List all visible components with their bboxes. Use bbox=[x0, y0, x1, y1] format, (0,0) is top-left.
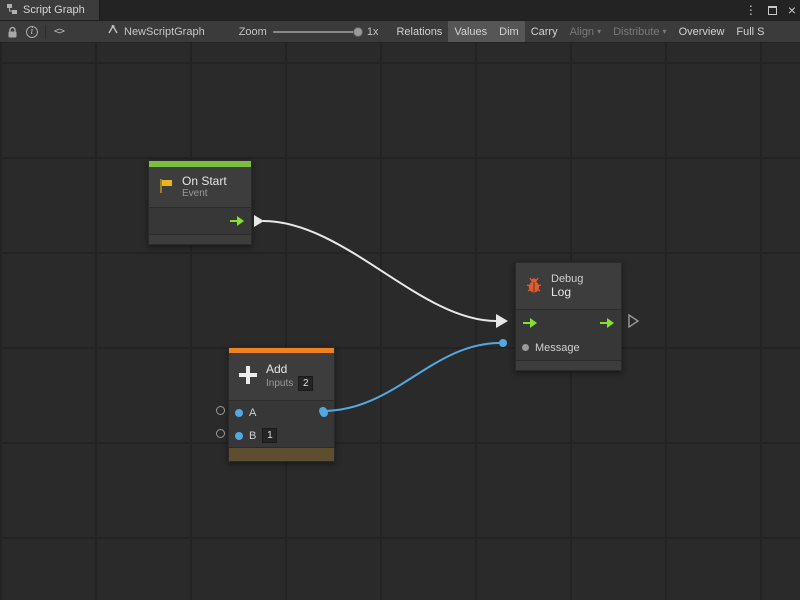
graph-asset-icon bbox=[107, 24, 119, 39]
flow-output-arrow-icon[interactable] bbox=[599, 317, 615, 329]
bug-icon bbox=[524, 275, 544, 298]
lock-icon[interactable] bbox=[2, 21, 22, 42]
toolbar-separator bbox=[45, 25, 46, 39]
close-icon[interactable]: × bbox=[788, 3, 796, 17]
node-footer bbox=[229, 447, 334, 461]
value-output-dot[interactable] bbox=[320, 409, 328, 417]
inputs-count-field[interactable]: 2 bbox=[298, 376, 313, 391]
node-subtitle: Event bbox=[182, 188, 227, 200]
zoom-slider[interactable] bbox=[273, 31, 361, 33]
window-controls: ⋮ × bbox=[745, 0, 796, 20]
carry-button[interactable]: Carry bbox=[525, 21, 564, 42]
node-header[interactable]: Add Inputs 2 bbox=[229, 353, 334, 400]
distribute-dropdown[interactable]: Distribute ▾ bbox=[607, 21, 672, 42]
node-title: Add bbox=[266, 362, 313, 376]
port-label: Message bbox=[535, 342, 580, 354]
wire-arrowhead-icon bbox=[496, 314, 508, 328]
unconnected-port-circle[interactable] bbox=[216, 406, 225, 415]
script-graph-window: Script Graph ⋮ × i <> NewScriptGraph Zoo… bbox=[0, 0, 800, 600]
node-debug-log[interactable]: Debug Log Message bbox=[515, 262, 622, 371]
flow-input-arrow-icon[interactable] bbox=[522, 317, 538, 329]
dim-button[interactable]: Dim bbox=[493, 21, 525, 42]
code-view-icon[interactable]: <> bbox=[49, 21, 69, 42]
wires-layer bbox=[0, 43, 800, 600]
carry-output-triangle-icon bbox=[629, 315, 638, 327]
zoom-label: Zoom bbox=[239, 26, 267, 38]
flag-icon bbox=[157, 177, 175, 198]
align-dropdown[interactable]: Align ▾ bbox=[564, 21, 607, 42]
graph-name-label: NewScriptGraph bbox=[124, 26, 205, 38]
node-title: On Start bbox=[182, 174, 227, 188]
info-icon[interactable]: i bbox=[22, 21, 42, 42]
node-subtitle: Log bbox=[551, 285, 583, 299]
graph-toolbar: i <> NewScriptGraph Zoom 1x Relations Va… bbox=[0, 20, 800, 43]
wire-add-to-message bbox=[323, 343, 500, 411]
port-b-row[interactable]: B 1 bbox=[229, 424, 334, 447]
value-input-dot[interactable] bbox=[235, 432, 243, 440]
wire-source-arrow-icon bbox=[254, 215, 264, 227]
node-add[interactable]: Add Inputs 2 A B 1 bbox=[228, 347, 335, 462]
zoom-slider-knob[interactable] bbox=[353, 27, 363, 37]
message-input-port[interactable]: Message bbox=[516, 335, 621, 360]
toolbar-buttons: Relations Values Dim Carry Align ▾ Distr… bbox=[390, 21, 770, 42]
values-button[interactable]: Values bbox=[448, 21, 493, 42]
overview-button[interactable]: Overview bbox=[673, 21, 731, 42]
zoom-value: 1x bbox=[367, 26, 379, 38]
node-on-start[interactable]: On Start Event bbox=[148, 160, 252, 245]
node-header[interactable]: On Start Event bbox=[149, 167, 251, 207]
script-graph-tab-icon bbox=[6, 3, 18, 18]
port-label: B bbox=[249, 430, 256, 442]
port-label: A bbox=[249, 407, 256, 419]
chevron-down-icon: ▾ bbox=[663, 27, 667, 36]
unconnected-port-circle[interactable] bbox=[216, 429, 225, 438]
relations-button[interactable]: Relations bbox=[390, 21, 448, 42]
maximize-icon[interactable] bbox=[768, 6, 777, 15]
node-footer bbox=[516, 360, 621, 370]
flow-port-row bbox=[516, 310, 621, 335]
node-title: Debug bbox=[551, 273, 583, 285]
flow-arrow-icon bbox=[229, 215, 245, 227]
tab-script-graph[interactable]: Script Graph bbox=[0, 0, 100, 20]
tab-bar: Script Graph ⋮ × bbox=[0, 0, 800, 20]
wire-onstart-to-debug bbox=[263, 221, 496, 321]
trigger-output-port[interactable] bbox=[149, 208, 251, 234]
graph-canvas[interactable]: On Start Event bbox=[0, 43, 800, 600]
node-subtitle: Inputs bbox=[266, 378, 293, 390]
tab-title: Script Graph bbox=[23, 4, 85, 16]
plus-icon bbox=[237, 364, 259, 389]
graph-name[interactable]: NewScriptGraph bbox=[107, 24, 205, 39]
kebab-menu-icon[interactable]: ⋮ bbox=[745, 4, 757, 16]
port-b-value-field[interactable]: 1 bbox=[262, 428, 277, 443]
port-a-row[interactable]: A bbox=[229, 401, 334, 424]
zoom-control: Zoom 1x bbox=[239, 26, 379, 38]
wire-endpoint-dot bbox=[499, 339, 507, 347]
node-header[interactable]: Debug Log bbox=[516, 263, 621, 309]
fullscreen-button[interactable]: Full S bbox=[730, 21, 770, 42]
value-input-dot[interactable] bbox=[235, 409, 243, 417]
chevron-down-icon: ▾ bbox=[597, 27, 601, 36]
value-port-dot[interactable] bbox=[522, 344, 529, 351]
node-footer bbox=[149, 234, 251, 244]
